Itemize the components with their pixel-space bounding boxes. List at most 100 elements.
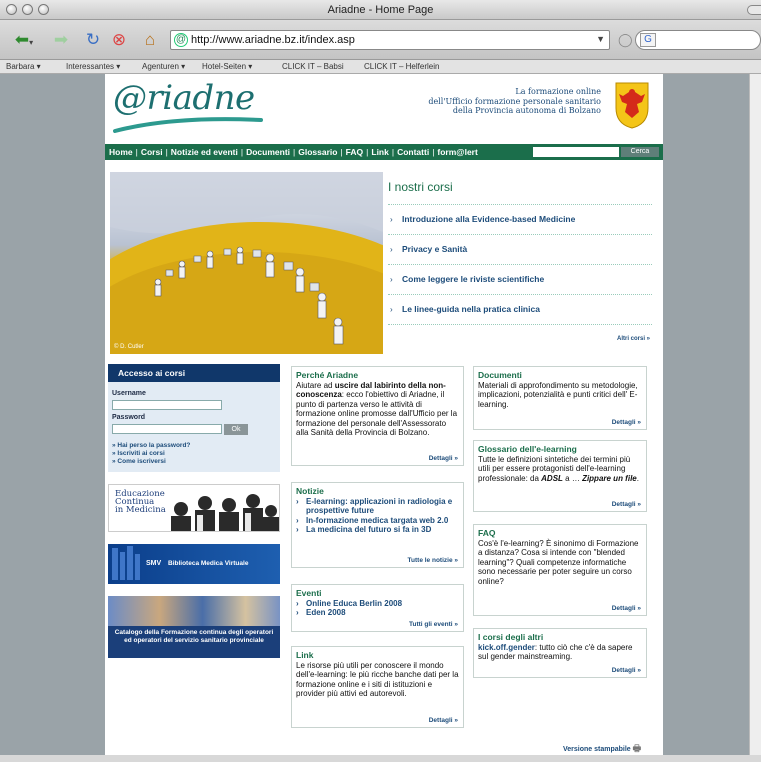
nav-separator: | [240, 147, 244, 157]
nav-home[interactable]: Home [109, 147, 133, 157]
course-link[interactable]: Come leggere le riviste scientifiche [402, 274, 544, 284]
search-field[interactable]: G [635, 30, 761, 50]
course-item[interactable]: › Come leggere le riviste scientifiche [388, 264, 652, 292]
course-link[interactable]: Le linee-guida nella pratica clinica [402, 304, 540, 314]
ecm-line: in Medicina [115, 505, 166, 515]
all-events-link[interactable]: Tutti gli eventi » [409, 621, 458, 628]
login-ok-button[interactable]: Ok [224, 424, 248, 435]
nav-formalert[interactable]: form@lert [437, 147, 477, 157]
event-item[interactable]: › Eden 2008 [296, 608, 459, 617]
doctors-photo [171, 494, 279, 531]
site-header: @riadne La formazione online dell'Uffici… [105, 74, 663, 142]
bookmark-item[interactable]: CLICK IT – Helferlein [364, 62, 439, 71]
nav-corsi[interactable]: Corsi [141, 147, 163, 157]
home-icon[interactable]: ⌂ [138, 28, 162, 52]
details-link[interactable]: Dettagli » [429, 455, 458, 462]
site-logo[interactable]: @riadne [113, 78, 255, 118]
faq-box: FAQ Cos'è l'e-learning? È sinonimo di Fo… [473, 524, 647, 616]
lost-password-link[interactable]: » Hai perso la password? [112, 442, 190, 450]
news-link[interactable]: In-formazione medica targata web 2.0 [306, 516, 448, 525]
nav-glossario[interactable]: Glossario [298, 147, 337, 157]
nav-faq[interactable]: FAQ [346, 147, 363, 157]
text-part: a … [562, 473, 583, 483]
course-link[interactable]: Privacy e Sanità [402, 244, 467, 254]
more-courses-link[interactable]: Altri corsi » [617, 336, 650, 342]
nav-separator: | [293, 147, 296, 157]
catalog-banner[interactable]: Catalogo della Formazione continua degli… [108, 596, 280, 658]
nav-separator: | [391, 147, 395, 157]
scrollbar[interactable] [749, 74, 761, 758]
details-link[interactable]: Dettagli » [612, 501, 641, 508]
login-title: Accesso ai corsi [108, 364, 280, 382]
news-link[interactable]: La medicina del futuro si fa in 3D [306, 525, 431, 534]
box-title: Glossario dell'e-learning [478, 444, 577, 454]
chevron-right-icon: › [296, 599, 299, 608]
how-to-register-link[interactable]: » Come iscriversi [112, 458, 190, 466]
nav-notizie[interactable]: Notizie ed eventi [171, 147, 238, 157]
text-bold: Zippare un file [582, 473, 637, 483]
all-news-link[interactable]: Tutte le notizie » [408, 557, 458, 564]
news-item[interactable]: › La medicina del futuro si fa in 3D [296, 525, 459, 534]
box-text: kick.off.gender: tutto ciò che c'è da sa… [474, 643, 646, 662]
google-icon: G [640, 33, 656, 47]
news-list: › E-learning: applicazioni in radiologia … [292, 497, 463, 535]
text-bold[interactable]: kick.off.gender [478, 643, 535, 652]
bookmark-item[interactable]: CLICK IT – Babsi [282, 62, 344, 71]
news-item[interactable]: › E-learning: applicazioni in radiologia … [296, 497, 459, 516]
course-item[interactable]: › Privacy e Sanità [388, 234, 652, 262]
text-bold: ADSL [541, 473, 563, 483]
box-title: Link [296, 650, 314, 660]
forward-arrow-icon[interactable]: ➡ [46, 28, 76, 52]
chevron-right-icon: › [390, 275, 393, 284]
event-link[interactable]: Online Educa Berlin 2008 [306, 599, 402, 608]
bookmark-item[interactable]: Interessantes ▾ [66, 62, 120, 71]
password-input[interactable] [112, 424, 222, 434]
smv-banner[interactable]: SMV Biblioteca Medica Virtuale [108, 544, 280, 584]
notizie-box: Notizie › E-learning: applicazioni in rad… [291, 482, 464, 568]
news-link[interactable]: E-learning: applicazioni in radiologia e… [306, 497, 452, 515]
details-link[interactable]: Dettagli » [612, 419, 641, 426]
chevron-down-icon[interactable]: ▼ [596, 34, 605, 44]
nav-contatti[interactable]: Contatti [397, 147, 429, 157]
stop-icon[interactable]: ⊗ [108, 28, 130, 52]
event-item[interactable]: › Online Educa Berlin 2008 [296, 599, 459, 608]
back-arrow-icon[interactable]: ⬅▾ [6, 28, 42, 52]
site-search-input[interactable] [533, 147, 619, 157]
hero-artwork [110, 172, 383, 354]
login-links: » Hai perso la password? » Iscriviti ai … [112, 442, 190, 466]
courses-title: I nostri corsi [388, 180, 453, 194]
status-bar [0, 755, 761, 762]
details-link[interactable]: Dettagli » [612, 667, 641, 674]
details-link[interactable]: Dettagli » [612, 605, 641, 612]
courses-divider [388, 324, 652, 325]
box-title: Eventi [296, 588, 322, 598]
events-list: › Online Educa Berlin 2008 › Eden 2008 [292, 599, 463, 618]
event-link[interactable]: Eden 2008 [306, 608, 346, 617]
ecm-banner[interactable]: Educazione Continua in Medicina [108, 484, 280, 532]
course-item[interactable]: › Le linee-guida nella pratica clinica [388, 294, 652, 322]
reload-icon[interactable]: ↻ [82, 28, 104, 52]
text-part: . [636, 473, 639, 483]
box-text: Materiali di approfondimento su metodolo… [478, 381, 638, 409]
window-titlebar: Ariadne - Home Page [0, 0, 761, 20]
toolbar-toggle-button[interactable] [747, 5, 761, 15]
bookmark-item[interactable]: Hotel-Seiten ▾ [202, 62, 252, 71]
search-button[interactable]: Cerca [621, 147, 659, 157]
print-label[interactable]: Versione stampabile [563, 746, 631, 753]
nav-documenti[interactable]: Documenti [246, 147, 290, 157]
register-link[interactable]: » Iscriviti ai corsi [112, 450, 190, 458]
text-part: Aiutare ad [296, 381, 335, 390]
course-link[interactable]: Introduzione alla Evidence-based Medicin… [402, 214, 575, 224]
bookmark-item[interactable]: Barbara ▾ [6, 62, 41, 71]
address-bar[interactable]: @ http://www.ariadne.bz.it/index.asp ▼ [170, 30, 610, 50]
details-link[interactable]: Dettagli » [429, 717, 458, 724]
link-box: Link Le risorse più utili per conoscere … [291, 646, 464, 728]
nav-link[interactable]: Link [371, 147, 388, 157]
altri-corsi-box: I corsi degli altri kick.off.gender: tut… [473, 628, 647, 678]
course-item[interactable]: › Introduzione alla Evidence-based Medic… [388, 204, 652, 232]
bookmark-item[interactable]: Agenturen ▾ [142, 62, 185, 71]
main-nav: Home | Corsi | Notizie ed eventi | Documenti | G… [105, 144, 663, 160]
news-item[interactable]: › In-formazione medica targata web 2.0 [296, 516, 459, 525]
refresh-icon[interactable]: ◯ [618, 32, 633, 48]
username-input[interactable] [112, 400, 222, 410]
